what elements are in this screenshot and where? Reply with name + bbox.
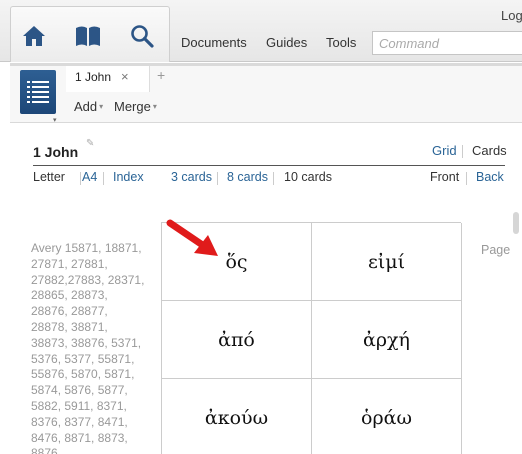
add-tab-icon[interactable]: + <box>157 67 165 83</box>
flashcards-content: 1 John ✎ Grid Cards Letter A4 Index 3 ca… <box>10 124 522 454</box>
command-input[interactable] <box>372 31 522 55</box>
card-cell[interactable]: ἀπό <box>162 301 312 379</box>
library-book-icon[interactable] <box>73 21 103 51</box>
tab-label: 1 John <box>75 70 112 84</box>
edit-title-icon[interactable]: ✎ <box>86 138 94 149</box>
document-title: 1 John <box>33 144 79 160</box>
panel-tab-strip: ▾ 1 John × + Add ▾ Merge ▾ <box>10 63 522 124</box>
top-toolbar: Documents Guides Tools Log <box>0 0 522 62</box>
menu-guides[interactable]: Guides <box>266 35 307 50</box>
tab-1-john[interactable]: 1 John <box>66 66 150 92</box>
card-cell[interactable]: ἀρχή <box>312 301 462 379</box>
tab-close-icon[interactable]: × <box>121 69 129 84</box>
search-icon[interactable] <box>127 21 157 51</box>
divider <box>217 172 218 185</box>
menu-tools[interactable]: Tools <box>326 35 356 50</box>
title-rule <box>33 165 505 166</box>
card-cell[interactable]: εἰμί <box>312 223 462 301</box>
card-cell[interactable]: ὁράω <box>312 379 462 454</box>
paper-index-option[interactable]: Index <box>113 170 144 184</box>
red-arrow-icon <box>166 219 218 256</box>
back-side-option[interactable]: Back <box>476 170 504 184</box>
merge-button[interactable]: Merge ▾ <box>114 99 157 114</box>
menu-documents[interactable]: Documents <box>181 35 247 50</box>
card-cell[interactable]: ἀκούω <box>162 379 312 454</box>
home-icon[interactable] <box>19 21 49 51</box>
grid-view-link[interactable]: Grid <box>432 143 457 158</box>
three-cards-option[interactable]: 3 cards <box>171 170 212 184</box>
panel-menu-icon[interactable] <box>20 70 56 114</box>
add-button[interactable]: Add ▾ <box>74 99 103 114</box>
chevron-down-icon: ▾ <box>99 102 104 111</box>
eight-cards-option[interactable]: 8 cards <box>227 170 268 184</box>
divider <box>462 145 463 158</box>
divider <box>466 172 467 185</box>
app-window: Documents Guides Tools Log ▾ 1 John × + <box>0 0 522 454</box>
panel-menu-caret-icon[interactable]: ▾ <box>53 116 57 124</box>
ten-cards-option[interactable]: 10 cards <box>284 170 332 184</box>
vertical-scrollbar[interactable] <box>513 212 519 234</box>
avery-label-list: Avery 15871, 18871, 27871, 27881, 27882,… <box>31 241 145 454</box>
cards-view-link[interactable]: Cards <box>472 143 507 158</box>
chevron-down-icon: ▾ <box>152 102 157 111</box>
nav-icon-group <box>10 6 170 62</box>
page-label: Page <box>481 243 511 257</box>
front-side-option[interactable]: Front <box>430 170 459 184</box>
paper-a4-option[interactable]: A4 <box>82 170 97 184</box>
login-link[interactable]: Log <box>501 8 522 23</box>
add-label: Add <box>74 99 98 114</box>
divider <box>103 172 104 185</box>
divider <box>80 172 81 185</box>
paper-letter-option[interactable]: Letter <box>33 170 65 184</box>
divider <box>273 172 274 185</box>
merge-label: Merge <box>114 99 151 114</box>
